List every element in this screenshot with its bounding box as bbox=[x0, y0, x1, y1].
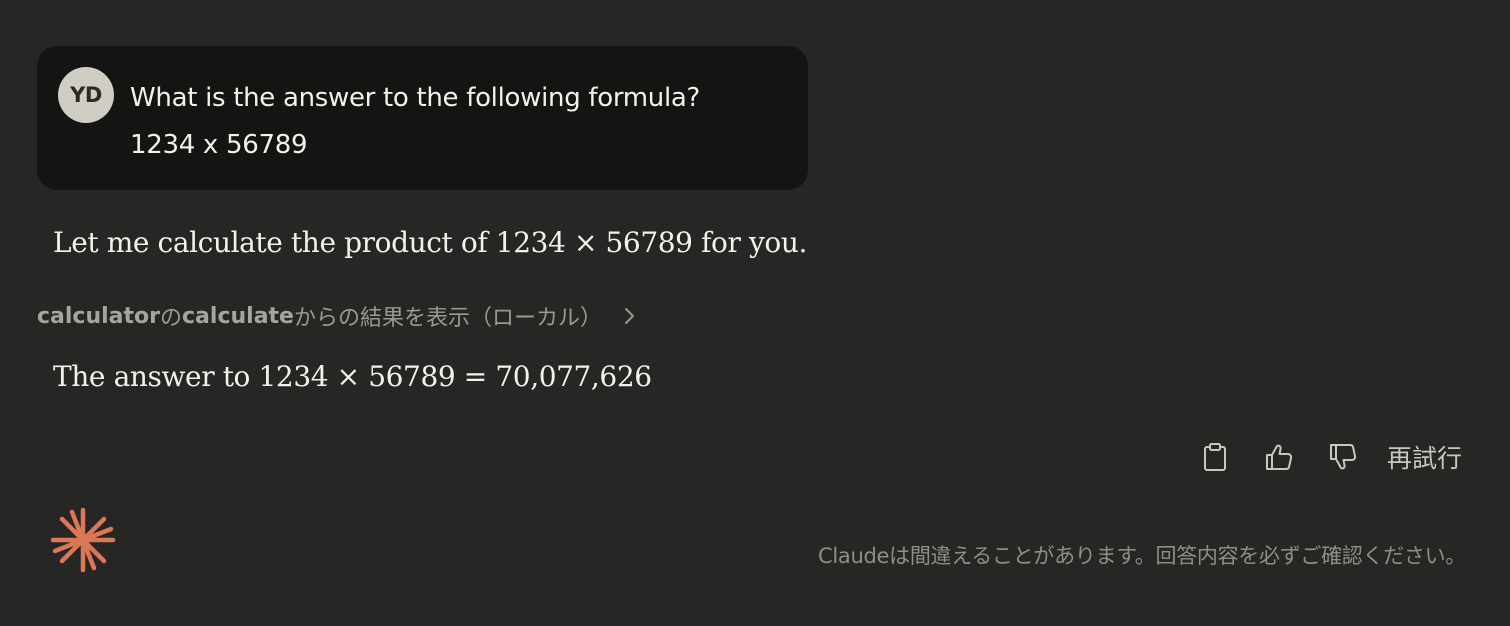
user-message-text: What is the answer to the following form… bbox=[130, 75, 700, 169]
tool-connector: の bbox=[160, 306, 183, 331]
tool-name: calculator bbox=[37, 303, 160, 329]
retry-button[interactable]: 再試行 bbox=[1387, 439, 1462, 475]
chevron-right-icon[interactable] bbox=[624, 306, 636, 326]
disclaimer-text: Claudeは間違えることがあります。回答内容を必ずご確認ください。 bbox=[818, 544, 1466, 568]
thumbs-up-icon[interactable] bbox=[1259, 437, 1299, 477]
clipboard-icon[interactable] bbox=[1195, 437, 1235, 477]
user-message-line-2: 1234 x 56789 bbox=[130, 130, 308, 160]
claude-logo-icon bbox=[50, 507, 116, 573]
user-message-bubble: YD What is the answer to the following f… bbox=[37, 46, 808, 190]
message-actions: 再試行 bbox=[1171, 437, 1462, 477]
assistant-intro-text: Let me calculate the product of 1234 × 5… bbox=[53, 226, 807, 259]
function-name: calculate bbox=[182, 303, 294, 329]
assistant-answer-text: The answer to 1234 × 56789 = 70,077,626 bbox=[53, 360, 652, 393]
tool-result-suffix: からの結果を表示（ローカル） bbox=[293, 306, 602, 331]
thumbs-down-icon[interactable] bbox=[1323, 437, 1363, 477]
user-message-line-1: What is the answer to the following form… bbox=[130, 83, 701, 113]
avatar[interactable]: YD bbox=[58, 67, 114, 123]
tool-result-toggle[interactable]: calculator の calculate からの結果を表示（ローカル） bbox=[37, 300, 636, 332]
